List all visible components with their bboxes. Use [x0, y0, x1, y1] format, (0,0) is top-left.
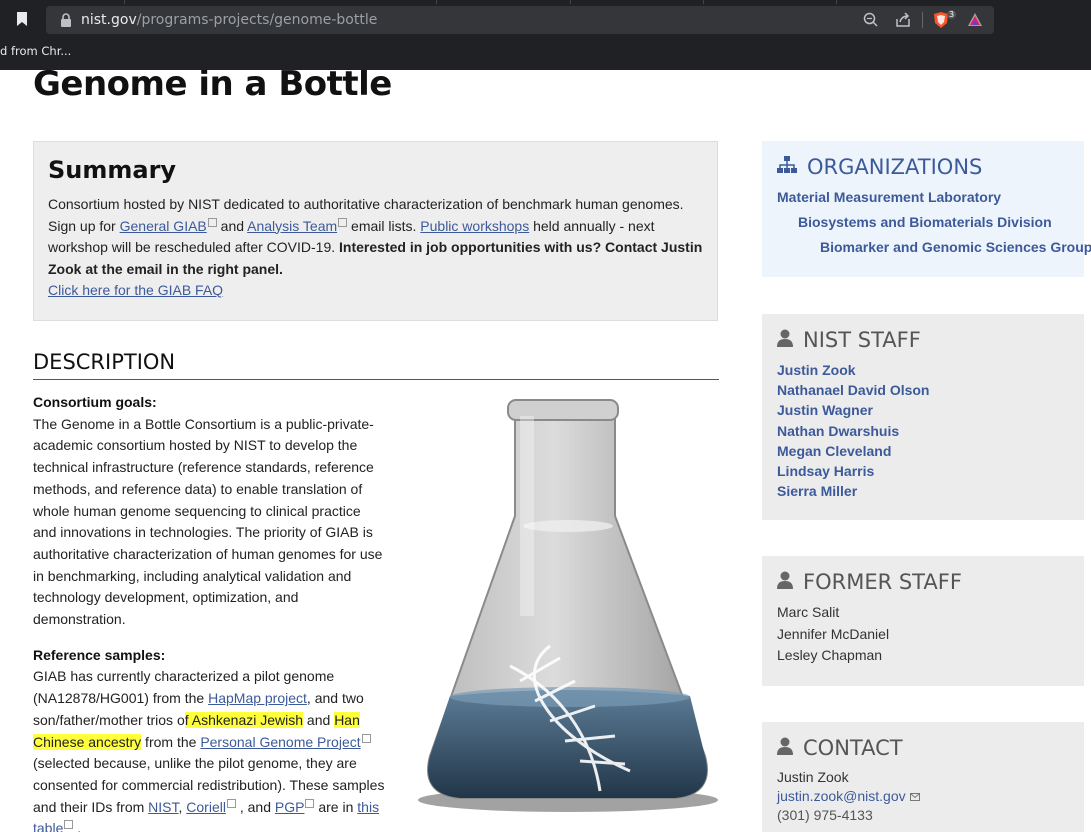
organizations-heading-text: ORGANIZATIONS [807, 155, 983, 179]
personal-genome-project-link[interactable]: Personal Genome Project [200, 734, 360, 750]
extension-badge: 3 [947, 10, 957, 19]
nist-link[interactable]: NIST [148, 799, 178, 815]
contact-heading-text: CONTACT [803, 736, 903, 760]
organizations-heading: ORGANIZATIONS [777, 155, 1069, 179]
text-part: and [303, 711, 335, 728]
external-link-icon [361, 733, 371, 743]
text-part: from the [141, 733, 201, 750]
former-staff-name: Marc Salit [777, 604, 840, 620]
external-link-icon [338, 217, 348, 227]
nist-staff-heading-text: NIST STAFF [803, 328, 921, 352]
staff-link[interactable]: Lindsay Harris [777, 461, 1069, 481]
person-icon [777, 737, 793, 755]
goals-text: The Genome in a Bottle Consortium is a p… [33, 415, 383, 628]
share-icon[interactable] [894, 11, 912, 29]
hapmap-link[interactable]: HapMap project [208, 690, 307, 706]
external-link-icon [207, 217, 217, 227]
external-link-icon [226, 798, 236, 808]
browser-chrome: nist.gov/programs-projects/genome-bottle… [0, 0, 1091, 70]
nist-staff-heading: NIST STAFF [777, 328, 1069, 352]
summary-heading: Summary [48, 156, 177, 184]
summary-text-part: email lists. [347, 217, 421, 234]
org-link-lab[interactable]: Material Measurement Laboratory [777, 185, 1069, 210]
description-body: Consortium goals: The Genome in a Bottle… [33, 392, 385, 832]
contact-email-link[interactable]: justin.zook@nist.gov [777, 788, 906, 804]
tab-divider [436, 0, 437, 4]
description-heading: DESCRIPTION [33, 350, 176, 374]
external-link-icon [305, 798, 315, 808]
contact-name: Justin Zook [777, 769, 849, 785]
tab-divider [836, 0, 837, 4]
url-text[interactable]: nist.gov/programs-projects/genome-bottle [81, 12, 377, 28]
bookmark-bar-item[interactable]: d from Chr... [0, 44, 71, 58]
contact-phone: (301) 975-4133 [777, 807, 873, 823]
general-giab-link[interactable]: General GIAB [120, 218, 207, 234]
page-title: Genome in a Bottle [33, 70, 392, 104]
contact-panel: CONTACT Justin Zook justin.zook@nist.gov… [762, 722, 1084, 832]
staff-link[interactable]: Sierra Miller [777, 481, 1069, 501]
email-icon [909, 793, 920, 801]
former-staff-panel: FORMER STAFF Marc Salit Jennifer McDanie… [762, 556, 1084, 686]
former-staff-heading: FORMER STAFF [777, 570, 1069, 594]
public-workshops-link[interactable]: Public workshops [420, 218, 529, 234]
reference-samples-text: GIAB has currently characterized a pilot… [33, 666, 385, 832]
former-staff-heading-text: FORMER STAFF [803, 570, 962, 594]
organizations-panel: ORGANIZATIONS Material Measurement Labor… [762, 141, 1091, 277]
former-staff-name: Jennifer McDaniel [777, 625, 890, 642]
person-icon [777, 329, 793, 347]
address-bar[interactable]: nist.gov/programs-projects/genome-bottle… [46, 6, 994, 34]
highlighted-text: f Ashkenazi Jewish [184, 711, 304, 728]
staff-link[interactable]: Justin Wagner [777, 400, 1069, 420]
goals-heading: Consortium goals: [33, 394, 157, 410]
org-chart-icon [777, 156, 797, 173]
tab-divider [703, 0, 704, 4]
analysis-team-link[interactable]: Analysis Team [247, 218, 337, 234]
text-part: are in [314, 798, 358, 815]
genome-flask-image [418, 399, 718, 812]
org-link-group[interactable]: Biomarker and Genomic Sciences Group [777, 235, 1091, 260]
summary-text-part: and [216, 217, 248, 234]
tab-divider [124, 0, 125, 4]
summary-box: Summary Consortium hosted by NIST dedica… [33, 141, 718, 321]
lock-icon[interactable] [60, 13, 72, 27]
person-icon [777, 571, 793, 589]
nist-staff-panel: NIST STAFF Justin Zook Nathanael David O… [762, 314, 1084, 520]
text-part: . [73, 820, 82, 832]
separator [922, 12, 923, 28]
zoom-icon[interactable] [862, 11, 880, 29]
external-link-icon [64, 820, 74, 830]
giab-faq-link[interactable]: Click here for the GIAB FAQ [48, 282, 223, 298]
contact-heading: CONTACT [777, 736, 1069, 760]
staff-link[interactable]: Nathan Dwarshuis [777, 421, 1069, 441]
org-link-division[interactable]: Biosystems and Biomaterials Division [777, 210, 1069, 235]
bookmark-icon[interactable] [16, 11, 28, 27]
summary-text: Consortium hosted by NIST dedicated to a… [48, 194, 703, 302]
brave-rewards-icon[interactable] [966, 11, 984, 29]
former-staff-name: Lesley Chapman [777, 647, 883, 663]
staff-link[interactable]: Justin Zook [777, 360, 1069, 380]
pgp-link[interactable]: PGP [275, 799, 305, 815]
page-content: Genome in a Bottle Summary Consortium ho… [0, 70, 1091, 832]
staff-link[interactable]: Nathanael David Olson [777, 380, 1069, 400]
coriell-link[interactable]: Coriell [186, 799, 226, 815]
tab-divider [570, 0, 571, 4]
staff-link[interactable]: Megan Cleveland [777, 441, 1069, 461]
text-part: , and [235, 798, 275, 815]
reference-samples-heading: Reference samples: [33, 646, 166, 663]
divider [33, 379, 719, 380]
